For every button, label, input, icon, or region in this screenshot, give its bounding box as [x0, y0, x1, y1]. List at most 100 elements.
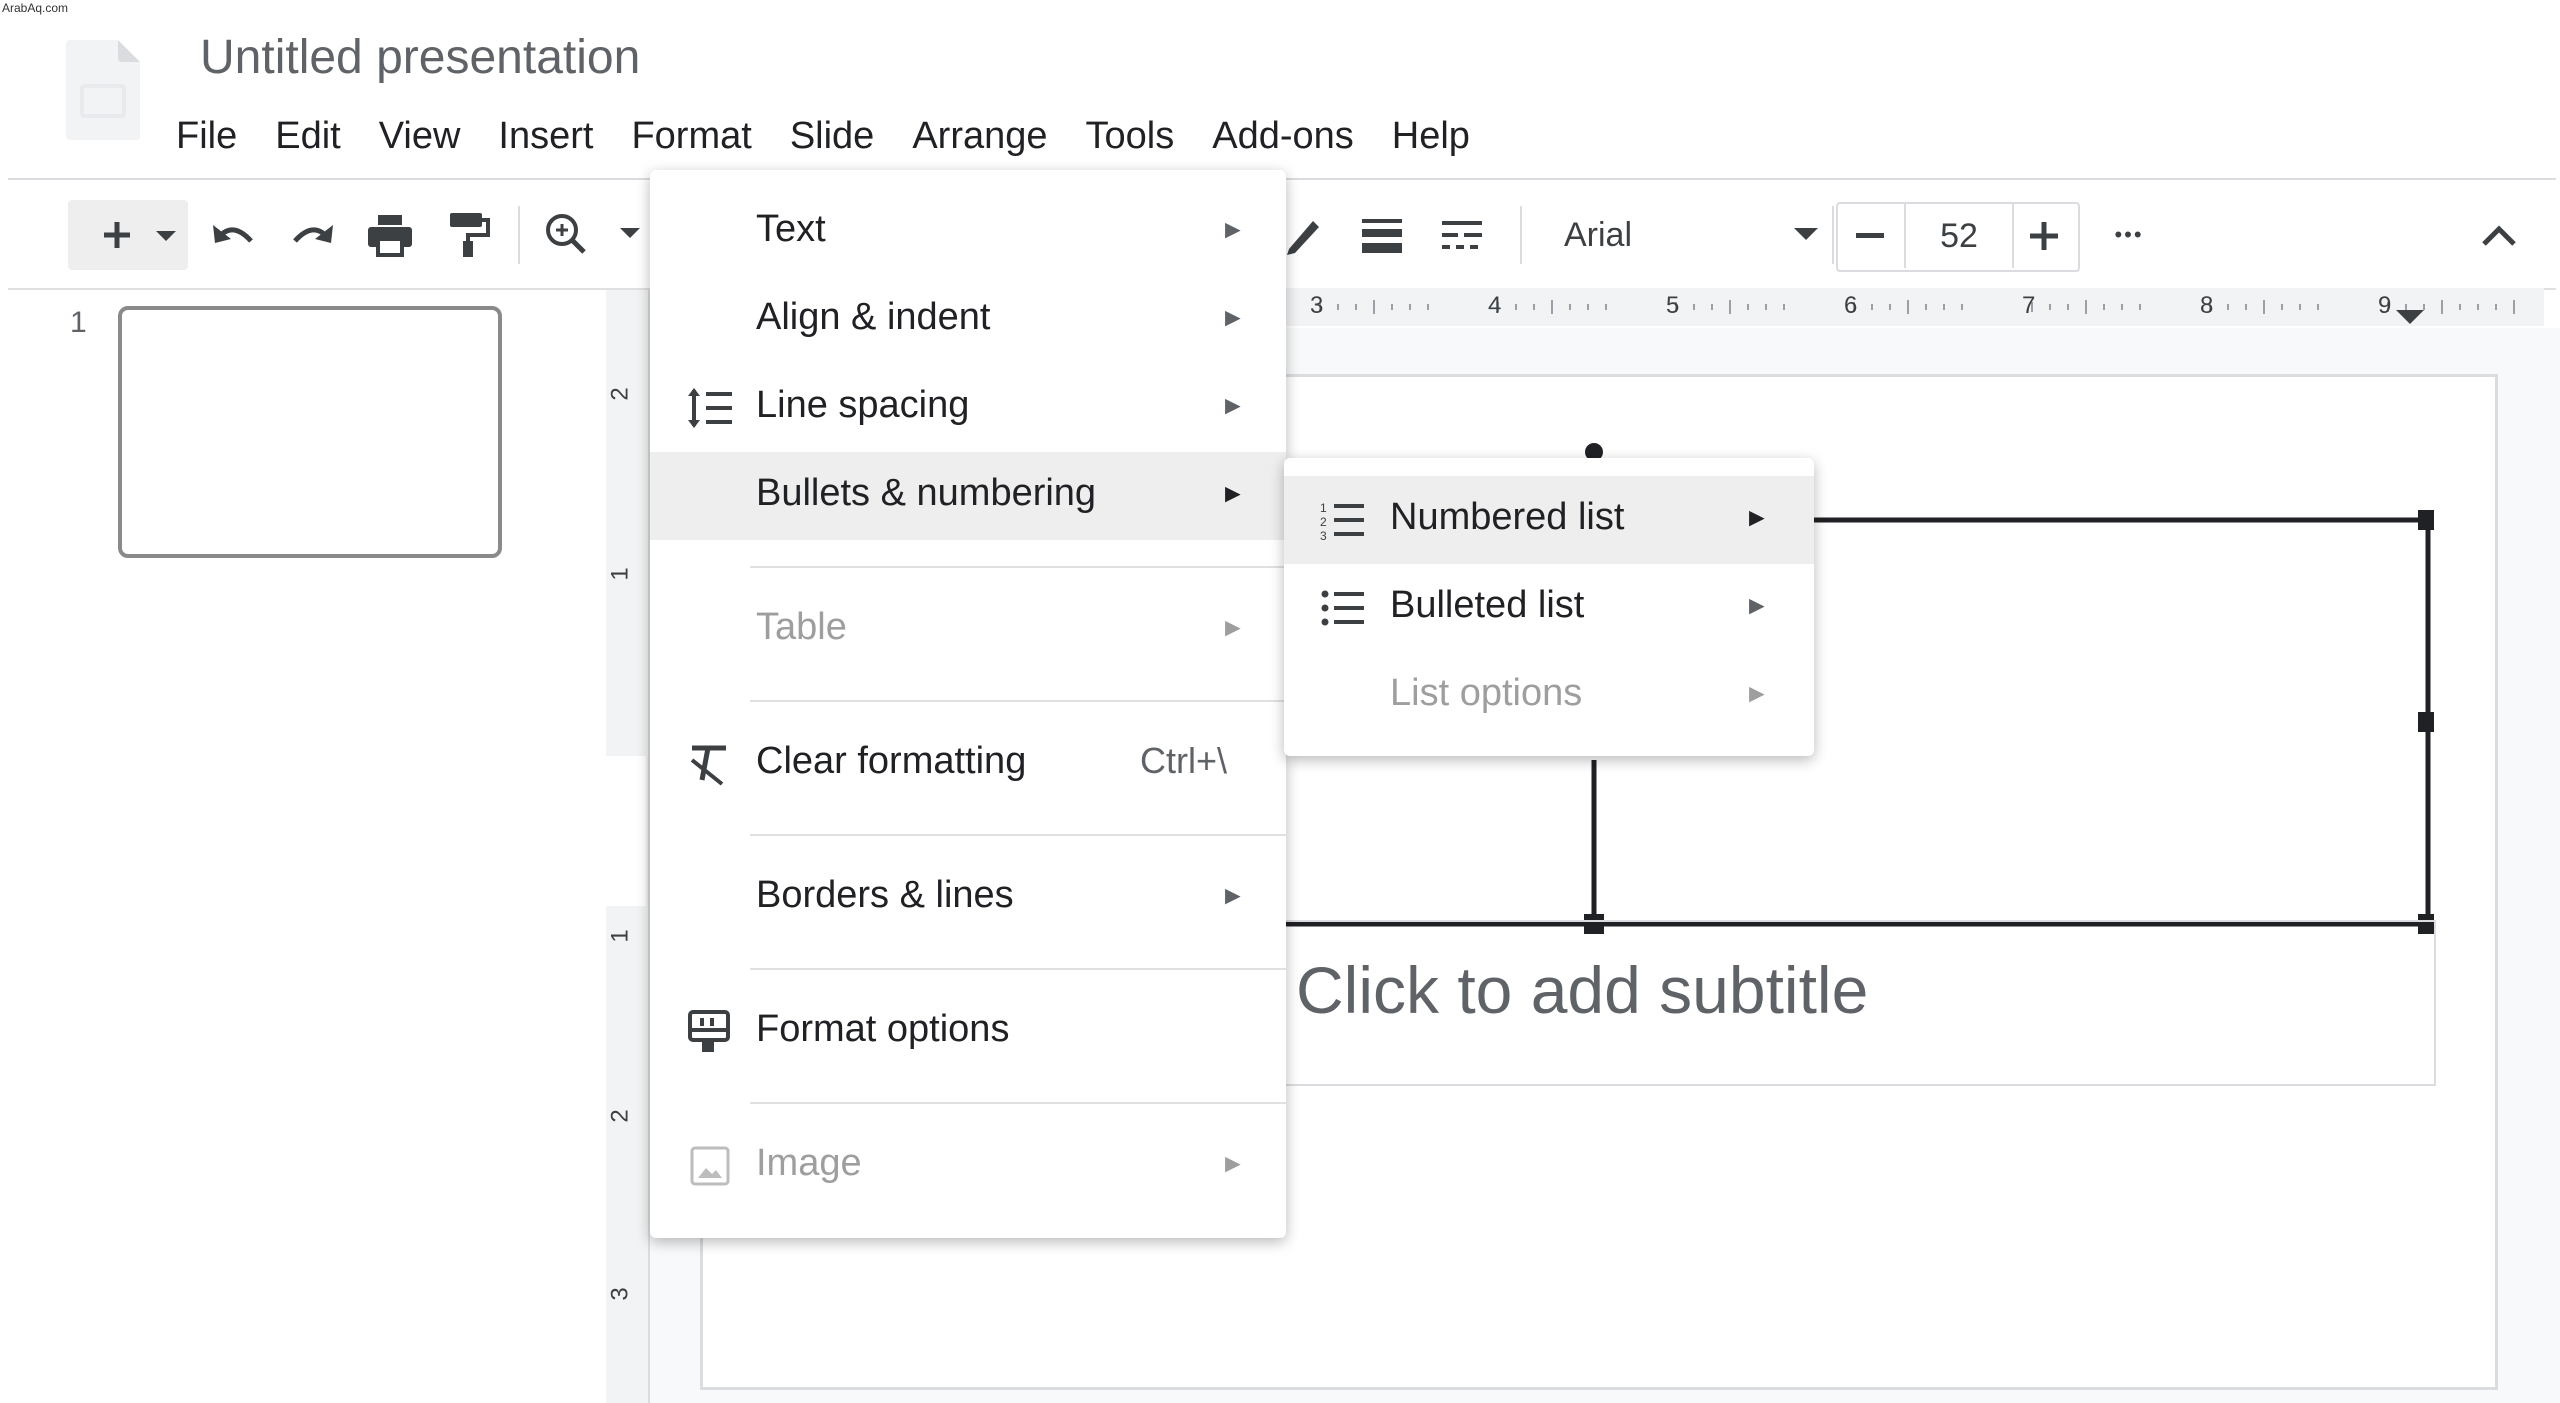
numbered-list-icon: 123 [1320, 496, 1368, 544]
zoom-button[interactable] [540, 208, 640, 262]
toolbar-separator [518, 206, 520, 264]
vruler-label: 2 [606, 1109, 634, 1123]
menu-item-label: Line spacing [756, 384, 970, 426]
menu-format[interactable]: Format [631, 106, 751, 166]
bullets-numbering-submenu: 123 Numbered list ► Bulleted list ► List… [1284, 458, 1814, 756]
menu-item-label: Align & indent [756, 296, 991, 338]
submenu-item-numbered-list[interactable]: 123 Numbered list ► [1284, 476, 1814, 564]
menu-separator [750, 1102, 1286, 1104]
clear-formatting-icon [686, 740, 734, 788]
slide-thumbnail[interactable] [118, 306, 502, 558]
svg-text:2: 2 [1320, 515, 1327, 529]
bulleted-list-icon [1320, 584, 1368, 632]
menu-item-align-indent[interactable]: Align & indent ► [650, 276, 1286, 364]
menu-item-format-options[interactable]: Format options [650, 988, 1286, 1076]
toolbar-separator [1832, 206, 1834, 264]
toolbar-separator [1520, 206, 1522, 264]
submenu-arrow-icon: ► [1220, 880, 1246, 910]
menu-item-clear-formatting[interactable]: Clear formatting Ctrl+\ [650, 720, 1286, 808]
hruler-label: 8 [2200, 292, 2214, 319]
menu-item-line-spacing[interactable]: Line spacing ► [650, 364, 1286, 452]
menu-item-label: Clear formatting [756, 740, 1027, 782]
menu-separator [750, 700, 1286, 702]
menu-insert[interactable]: Insert [498, 106, 593, 166]
font-dropdown-arrow-icon [1794, 226, 1818, 247]
menu-separator [750, 968, 1286, 970]
border-weight-icon[interactable] [1354, 208, 1410, 262]
menu-item-label: Text [756, 208, 826, 250]
menu-help[interactable]: Help [1392, 106, 1470, 166]
submenu-item-label: Bulleted list [1390, 584, 1585, 626]
print-icon[interactable] [362, 208, 418, 262]
submenu-item-label: Numbered list [1390, 496, 1625, 538]
menu-addons[interactable]: Add-ons [1212, 106, 1354, 166]
menu-separator [750, 566, 1286, 568]
hruler-label: 5 [1666, 292, 1680, 319]
submenu-item-bulleted-list[interactable]: Bulleted list ► [1284, 564, 1814, 652]
submenu-arrow-icon: ► [1220, 1148, 1246, 1178]
menu-slide[interactable]: Slide [790, 106, 875, 166]
slide-number: 1 [70, 306, 87, 339]
line-spacing-icon [686, 384, 734, 432]
menu-item-image: Image ► [650, 1122, 1286, 1210]
menu-item-bullets-numbering[interactable]: Bullets & numbering ► [650, 452, 1286, 540]
font-size-input[interactable]: 52 [1904, 204, 2014, 268]
menu-item-text[interactable]: Text ► [650, 188, 1286, 276]
format-options-icon [686, 1008, 734, 1056]
menu-item-label: Image [756, 1142, 862, 1184]
submenu-arrow-icon: ► [1220, 478, 1246, 508]
paint-format-icon[interactable] [440, 208, 496, 262]
vruler-label: 1 [606, 929, 634, 943]
hruler-label: 6 [1844, 292, 1858, 319]
vertical-ruler[interactable]: 2 1 1 2 3 [606, 290, 650, 1403]
slides-logo-icon[interactable] [66, 40, 140, 140]
submenu-item-list-options: List options ► [1284, 652, 1814, 740]
menu-view[interactable]: View [379, 106, 461, 166]
hruler-label: 7 [2022, 292, 2036, 319]
menu-item-label: Format options [756, 1008, 1010, 1050]
document-title[interactable]: Untitled presentation [200, 30, 640, 85]
svg-text:1: 1 [1320, 501, 1327, 515]
menu-item-label: Table [756, 606, 847, 648]
hruler-label: 9 [2378, 292, 2392, 319]
submenu-arrow-icon: ► [1220, 214, 1246, 244]
font-family-select[interactable]: Arial [1548, 210, 1828, 260]
watermark: ArabAq.com [2, 1, 69, 15]
more-options-icon[interactable]: ••• [2094, 210, 2164, 260]
menu-tools[interactable]: Tools [1086, 106, 1175, 166]
submenu-arrow-icon: ► [1220, 390, 1246, 420]
submenu-arrow-icon: ► [1220, 302, 1246, 332]
subtitle-placeholder-text: Click to add subtitle [1296, 953, 1869, 1027]
menu-file[interactable]: File [176, 106, 237, 166]
font-family-value: Arial [1564, 215, 1633, 254]
pen-icon[interactable] [1280, 208, 1326, 262]
menu-arrange[interactable]: Arrange [912, 106, 1047, 166]
hruler-label: 3 [1310, 292, 1324, 319]
menu-item-table: Table ► [650, 586, 1286, 674]
undo-icon[interactable] [206, 210, 262, 260]
menubar: File Edit View Insert Format Slide Arran… [176, 106, 1508, 166]
new-slide-button[interactable] [68, 200, 188, 270]
svg-text:3: 3 [1320, 529, 1327, 543]
menu-item-borders-lines[interactable]: Borders & lines ► [650, 854, 1286, 942]
shortcut-label: Ctrl+\ [1140, 740, 1228, 781]
collapse-toolbar-icon[interactable] [2474, 210, 2524, 260]
image-icon [686, 1142, 734, 1190]
submenu-arrow-icon: ► [1220, 612, 1246, 642]
font-size-value: 52 [1940, 216, 1978, 255]
menu-item-label: Borders & lines [756, 874, 1014, 916]
hruler-label: 4 [1488, 292, 1502, 319]
redo-icon[interactable] [284, 210, 340, 260]
menu-separator [750, 834, 1286, 836]
menu-edit[interactable]: Edit [275, 106, 340, 166]
decrease-font-size-icon[interactable] [1838, 204, 1902, 268]
increase-font-size-icon[interactable] [2012, 204, 2076, 268]
vruler-label: 3 [606, 1287, 634, 1301]
submenu-arrow-icon: ► [1744, 678, 1770, 708]
horizontal-ruler[interactable]: 3 4 5 6 7 8 9 [1284, 288, 2544, 326]
vruler-label: 2 [606, 387, 634, 401]
border-dash-icon[interactable] [1434, 208, 1490, 262]
vertical-ruler-margin [606, 756, 646, 906]
submenu-item-label: List options [1390, 672, 1583, 714]
vruler-label: 1 [606, 567, 634, 581]
